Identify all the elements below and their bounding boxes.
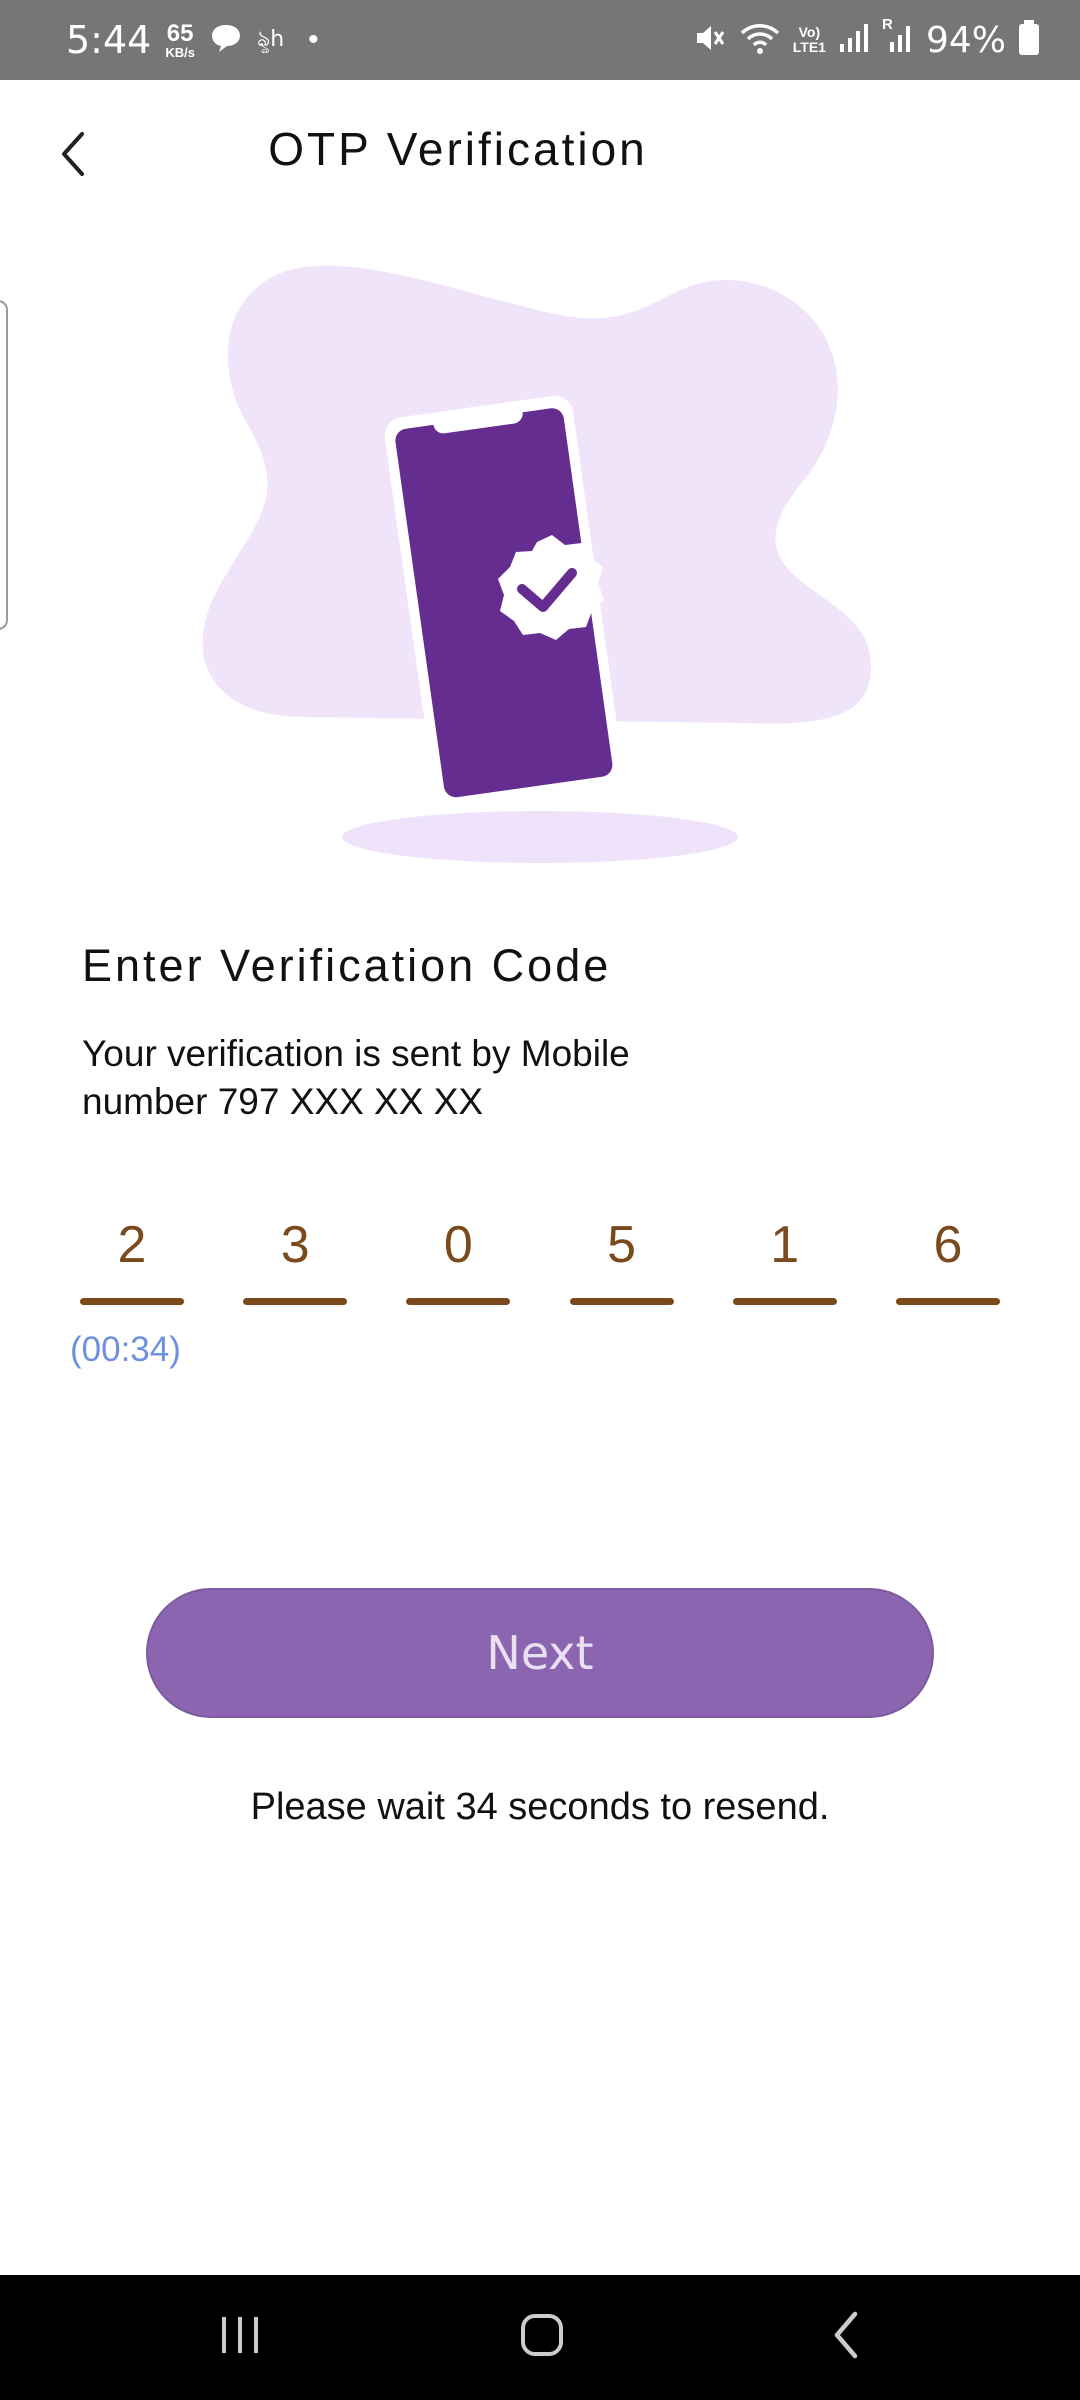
status-bar-right: Vo) LTE1 R 94%: [693, 16, 1040, 61]
status-bar-left: 5:44 65 KB/s ৡh •: [66, 18, 319, 62]
otp-digit-6: 6: [933, 1216, 963, 1274]
otp-underline-2: [243, 1298, 348, 1305]
home-button[interactable]: [472, 2275, 612, 2400]
nav-back-button[interactable]: [776, 2275, 916, 2400]
nav-back-icon: [829, 2310, 863, 2365]
roaming-label: R: [881, 15, 893, 33]
wifi-icon: [739, 21, 781, 60]
network-speed-value: 65: [166, 19, 194, 47]
otp-digit-3: 0: [443, 1216, 473, 1274]
otp-countdown-timer: (00:34): [70, 1330, 181, 1369]
otp-underline-4: [569, 1298, 674, 1305]
next-button[interactable]: Next: [146, 1588, 934, 1718]
page-title: OTP Verification: [268, 123, 648, 175]
otp-digit-5: 1: [770, 1216, 800, 1274]
otp-digit-2: 3: [280, 1216, 310, 1274]
otp-digit-field-6[interactable]: 6: [895, 1210, 1000, 1305]
chat-bubble-icon: [209, 22, 243, 59]
otp-digit-1: 2: [117, 1216, 147, 1274]
battery-icon: [1018, 19, 1040, 61]
network-speed: 65 KB/s: [165, 19, 195, 60]
otp-digit-field-5[interactable]: 1: [732, 1210, 837, 1305]
notification-dot: •: [308, 23, 319, 56]
section-title: Enter Verification Code: [82, 940, 612, 991]
recents-button[interactable]: [170, 2275, 310, 2400]
battery-percent: 94%: [925, 19, 1006, 61]
otp-digit-field-1[interactable]: 2: [80, 1210, 184, 1305]
network-speed-unit: KB/s: [165, 44, 195, 60]
description-line-1: Your verification is sent by Mobile: [82, 1033, 630, 1074]
otp-digit-field-2[interactable]: 3: [243, 1210, 348, 1305]
system-nav-bar: [0, 2275, 1080, 2400]
otp-digit-field-4[interactable]: 5: [569, 1210, 674, 1305]
recents-icon: [218, 2315, 262, 2360]
otp-underline-5: [732, 1298, 837, 1305]
description-line-2: number 797 XXX XX XX: [82, 1081, 484, 1122]
otp-underline-3: [406, 1298, 511, 1305]
edge-panel-handle[interactable]: [0, 300, 8, 630]
signal-icon: [838, 22, 870, 59]
home-icon: [519, 2312, 565, 2363]
status-time: 5:44: [66, 18, 152, 62]
network-type-top: Vo): [798, 23, 821, 40]
resend-wait-note: Please wait 34 seconds to resend.: [250, 1786, 830, 1828]
notification-glyph: ৡh: [256, 26, 285, 52]
verification-illustration: [200, 255, 880, 875]
network-type: Vo) LTE1: [792, 23, 826, 56]
status-bar: 5:44 65 KB/s ৡh • Vo) LTE1 R 94%: [0, 0, 1080, 80]
signal-roaming-icon: R: [882, 16, 914, 59]
mute-icon: [693, 21, 727, 60]
otp-input-row: 2 3 0 5 1 6: [80, 1210, 1000, 1305]
otp-digit-field-3[interactable]: 0: [406, 1210, 511, 1305]
otp-digit-4: 5: [607, 1216, 637, 1274]
network-type-bottom: LTE1: [792, 39, 826, 55]
otp-underline-1: [80, 1298, 184, 1305]
otp-underline-6: [895, 1298, 1000, 1305]
phone-verified-icon: [202, 265, 871, 863]
verification-description: Your verification is sent by Mobile numb…: [82, 1030, 782, 1126]
